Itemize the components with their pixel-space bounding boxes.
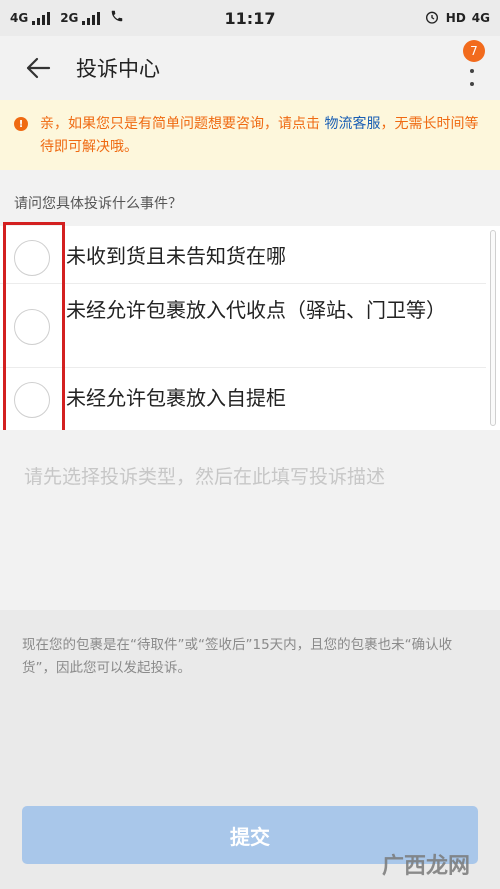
complaint-option[interactable]: 未收到货且未告知货在哪 xyxy=(0,226,486,284)
status-left: 4G 2G xyxy=(10,9,124,27)
status-bar: 4G 2G 11:17 HD 4G xyxy=(0,0,500,36)
alarm-icon xyxy=(424,9,440,28)
options-scrollbar[interactable] xyxy=(490,230,496,426)
customer-service-link[interactable]: 物流客服 xyxy=(324,116,380,132)
complaint-option[interactable]: 未经允许包裹放入代收点（驿站、门卫等） xyxy=(0,284,486,368)
network-type-2: 2G xyxy=(60,11,79,25)
status-right: HD 4G xyxy=(424,9,490,28)
page-title: 投诉中心 xyxy=(76,57,160,81)
watermark: 广西龙网 xyxy=(381,854,470,879)
notice-banner: ! 亲，如果您只是有简单问题想要咨询，请点击 物流客服，无需长时间等待即可解决哦… xyxy=(0,100,500,170)
back-button[interactable] xyxy=(0,36,76,100)
complaint-option[interactable]: 未经允许包裹放入自提柜 xyxy=(0,368,486,430)
phone-icon xyxy=(110,9,124,27)
notice-text: 亲，如果您只是有简单问题想要咨询，请点击 xyxy=(40,116,325,132)
highlight-annotation xyxy=(3,222,65,436)
complaint-options: 未收到货且未告知货在哪 未经允许包裹放入代收点（驿站、门卫等） 未经允许包裹放入… xyxy=(0,226,500,430)
notification-badge: 7 xyxy=(463,40,485,62)
network-type-1: 4G xyxy=(10,11,29,25)
description-area xyxy=(0,430,500,610)
question-label: 请问您具体投诉什么事件？ xyxy=(14,196,182,212)
signal-icon-2 xyxy=(82,11,101,25)
complaint-description-input[interactable] xyxy=(24,462,476,582)
option-label: 未收到货且未告知货在哪 xyxy=(66,244,286,268)
app-header: 投诉中心 xyxy=(0,36,500,100)
network-type-3: 4G xyxy=(471,11,490,25)
back-arrow-icon xyxy=(26,57,51,79)
option-label: 未经允许包裹放入代收点（驿站、门卫等） xyxy=(66,298,446,322)
eligibility-info-text: 现在您的包裹是在“待取件”或“签收后”15天内，且您的包裹也未“确认收货”，因此… xyxy=(22,637,453,676)
info-icon: ! xyxy=(14,117,28,131)
signal-icon xyxy=(32,11,51,25)
option-label: 未经允许包裹放入自提柜 xyxy=(66,386,286,410)
hd-label: HD xyxy=(445,11,466,25)
